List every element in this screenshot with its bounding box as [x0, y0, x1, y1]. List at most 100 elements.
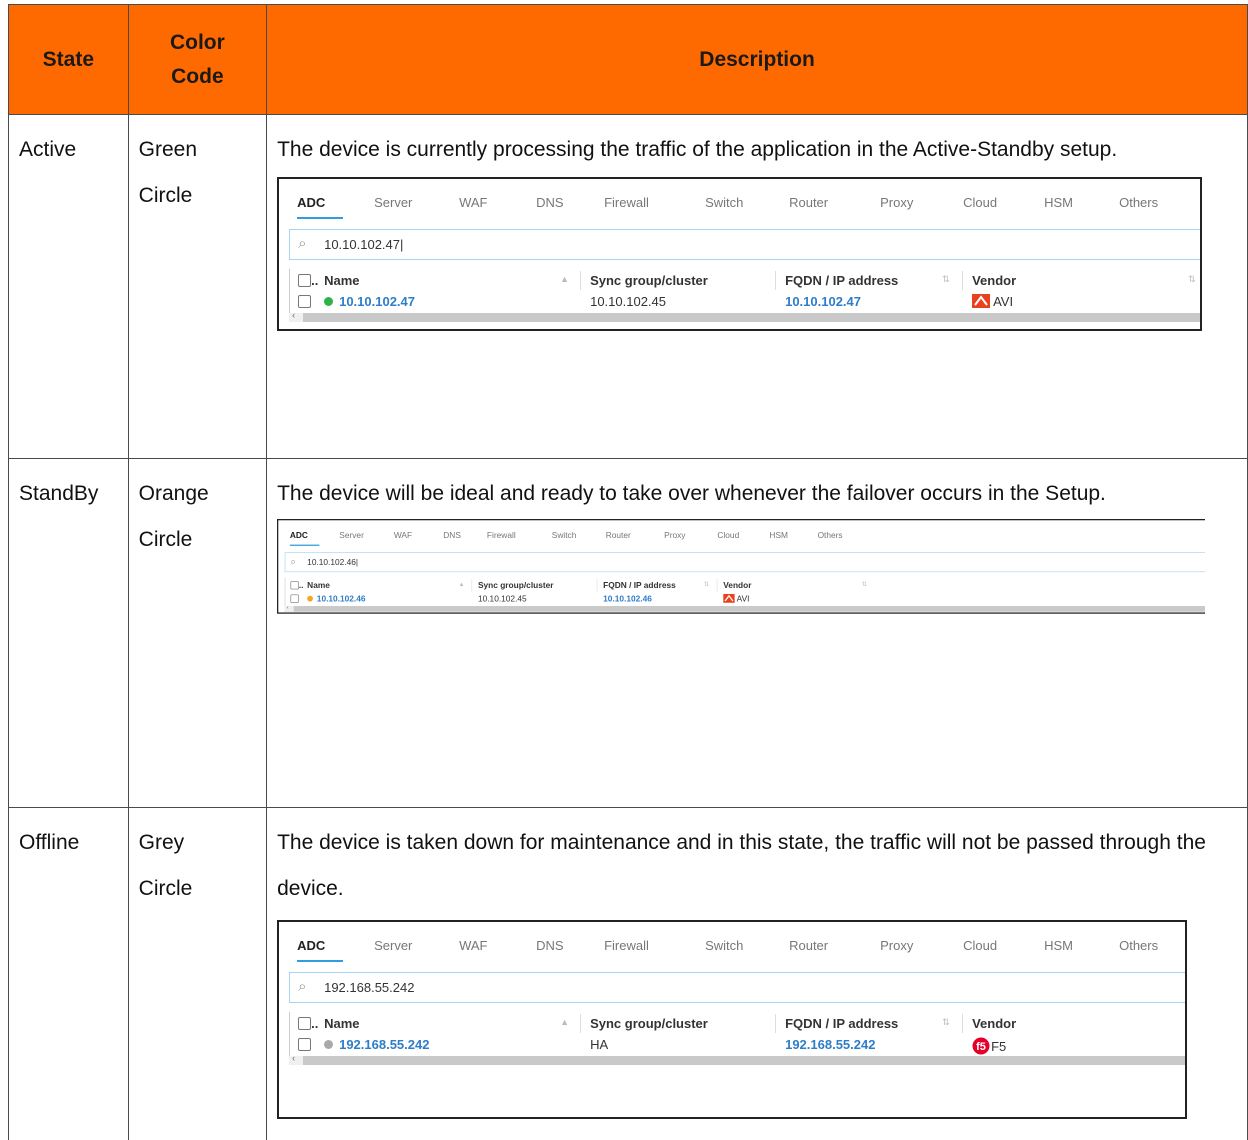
tab-firewall[interactable]: Firewall [487, 531, 516, 541]
tab-hsm[interactable]: HSM [1044, 195, 1073, 210]
sort-arrow-icon[interactable]: ⇅ [1188, 274, 1196, 285]
description-text: The device is currently processing the t… [277, 127, 1207, 173]
column-menu-icon[interactable]: .. [311, 1016, 318, 1031]
horizontal-scrollbar[interactable]: ‹ [289, 1056, 1185, 1065]
tab-proxy[interactable]: Proxy [664, 531, 685, 541]
tab-adc[interactable]: ADC [290, 531, 308, 541]
sort-arrow-icon[interactable]: ▲ [459, 581, 465, 587]
column-header-fqdn[interactable]: FQDN / IP address [785, 1016, 898, 1031]
select-all-checkbox[interactable] [298, 274, 311, 287]
tab-firewall[interactable]: Firewall [604, 938, 649, 953]
vendor-name: F5 [991, 1039, 1006, 1054]
tab-proxy[interactable]: Proxy [880, 195, 913, 210]
active-tab-indicator [290, 545, 320, 546]
horizontal-scrollbar[interactable]: ‹ [289, 313, 1200, 322]
sort-arrow-icon[interactable]: ⇅ [942, 274, 950, 285]
column-header-name[interactable]: Name [324, 273, 359, 288]
column-divider [580, 271, 581, 290]
tab-dns[interactable]: DNS [536, 938, 563, 953]
column-menu-icon[interactable]: .. [299, 580, 304, 590]
search-input[interactable]: ⌕10.10.102.46| [285, 552, 1205, 572]
tab-others[interactable]: Others [1119, 938, 1158, 953]
header-color-code-text: Color Code [162, 26, 232, 94]
select-all-checkbox[interactable] [291, 581, 299, 589]
tab-dns[interactable]: DNS [536, 195, 563, 210]
column-header-sync-group[interactable]: Sync group/cluster [590, 1016, 708, 1031]
tab-router[interactable]: Router [789, 938, 828, 953]
fqdn-link[interactable]: 192.168.55.242 [785, 1037, 875, 1052]
column-header-fqdn[interactable]: FQDN / IP address [603, 580, 676, 590]
f5-logo-icon: f5 [972, 1037, 990, 1055]
sort-arrow-icon[interactable]: ▲ [560, 274, 569, 284]
column-header-vendor[interactable]: Vendor [972, 273, 1016, 288]
chevron-left-icon[interactable]: ‹ [292, 310, 295, 320]
select-all-checkbox[interactable] [298, 1017, 311, 1030]
column-header-name[interactable]: Name [324, 1016, 359, 1031]
color-code-cell: Green Circle [128, 115, 266, 459]
chevron-left-icon[interactable]: ‹ [287, 604, 289, 610]
column-header-name[interactable]: Name [307, 580, 330, 590]
device-name-link[interactable]: 10.10.102.47 [324, 294, 415, 309]
offline-screenshot: ADC Server WAF DNS Firewall Switch Router Proxy… [277, 920, 1187, 1119]
tab-waf[interactable]: WAF [394, 531, 412, 541]
tab-dns[interactable]: DNS [443, 531, 461, 541]
active-screenshot: ADC Server WAF DNS Firewall Switch Router Proxy… [277, 177, 1202, 331]
tab-adc[interactable]: ADC [297, 938, 325, 953]
tab-firewall[interactable]: Firewall [604, 195, 649, 210]
tab-bar: ADC Server WAF DNS Firewall Switch Router Proxy… [279, 179, 1200, 219]
active-tab-indicator [297, 217, 343, 219]
tab-others[interactable]: Others [818, 531, 843, 541]
horizontal-scrollbar[interactable]: ‹ [285, 606, 1205, 612]
tab-cloud[interactable]: Cloud [718, 531, 740, 541]
column-header-vendor[interactable]: Vendor [723, 580, 751, 590]
device-name-link[interactable]: 10.10.102.46 [307, 594, 365, 604]
column-header-vendor[interactable]: Vendor [972, 1016, 1016, 1031]
description-cell: The device will be ideal and ready to ta… [267, 459, 1248, 808]
row-checkbox[interactable] [291, 595, 299, 603]
avi-logo-icon [723, 594, 735, 603]
sort-arrow-icon[interactable]: ⇅ [862, 581, 867, 588]
vendor-cell: AVI [723, 594, 749, 604]
column-menu-icon[interactable]: .. [311, 273, 318, 288]
search-input[interactable]: ⌕10.10.102.47| [289, 229, 1202, 260]
tab-router[interactable]: Router [789, 195, 828, 210]
chevron-left-icon[interactable]: ‹ [292, 1053, 295, 1063]
row-checkbox[interactable] [298, 295, 311, 308]
tab-hsm[interactable]: HSM [770, 531, 789, 541]
tab-switch[interactable]: Switch [705, 938, 743, 953]
description-text: The device is taken down for maintenance… [277, 820, 1237, 912]
search-value: 10.10.102.46| [307, 557, 358, 567]
tab-waf[interactable]: WAF [459, 938, 487, 953]
tab-waf[interactable]: WAF [459, 195, 487, 210]
column-header-sync-group[interactable]: Sync group/cluster [590, 273, 708, 288]
column-divider [775, 271, 776, 290]
device-name-link[interactable]: 192.168.55.242 [324, 1037, 429, 1052]
column-header-fqdn[interactable]: FQDN / IP address [785, 273, 898, 288]
column-header-sync-group[interactable]: Sync group/cluster [478, 580, 554, 590]
tab-cloud[interactable]: Cloud [963, 938, 997, 953]
tab-adc[interactable]: ADC [297, 195, 325, 210]
description-cell: The device is taken down for maintenance… [267, 808, 1248, 1140]
row-checkbox[interactable] [298, 1038, 311, 1051]
fqdn-link[interactable]: 10.10.102.47 [785, 294, 861, 309]
tab-hsm[interactable]: HSM [1044, 938, 1073, 953]
tab-switch[interactable]: Switch [552, 531, 577, 541]
tab-cloud[interactable]: Cloud [963, 195, 997, 210]
sync-group-value: HA [590, 1037, 608, 1052]
column-divider [597, 579, 598, 591]
magnifier-icon: ⌕ [298, 235, 306, 252]
tab-router[interactable]: Router [606, 531, 631, 541]
tab-server[interactable]: Server [374, 938, 412, 953]
search-input[interactable]: ⌕192.168.55.242 [289, 972, 1187, 1003]
sort-arrow-icon[interactable]: ▲ [560, 1017, 569, 1027]
header-description: Description [267, 5, 1248, 115]
tab-server[interactable]: Server [339, 531, 364, 541]
tab-server[interactable]: Server [374, 195, 412, 210]
tab-proxy[interactable]: Proxy [880, 938, 913, 953]
sort-arrow-icon[interactable]: ⇅ [942, 1017, 950, 1028]
fqdn-link[interactable]: 10.10.102.46 [603, 594, 652, 604]
tab-switch[interactable]: Switch [705, 195, 743, 210]
device-name-text: 10.10.102.46 [317, 594, 366, 604]
tab-others[interactable]: Others [1119, 195, 1158, 210]
sort-arrow-icon[interactable]: ⇅ [704, 581, 709, 588]
